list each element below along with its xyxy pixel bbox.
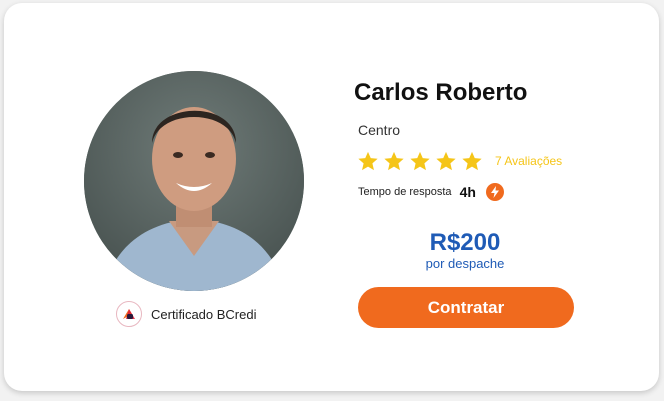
rating: 7 Avaliações [357,150,562,172]
profile-name: Carlos Roberto [354,79,528,106]
price-unit: por despache [425,256,505,271]
price-value: R$200 [429,229,501,256]
star-icon [462,151,482,171]
star-icon [358,151,378,171]
lightning-icon [485,183,504,201]
star-icon [384,151,404,171]
star-icon [410,151,430,171]
reviews-link[interactable]: 7 Avaliações [495,154,562,168]
profile-card: Certificado BCredi Carlos Roberto Centro… [4,3,659,391]
profile-location: Centro [358,122,401,138]
certification-badge: Certificado BCredi [116,300,257,328]
response-time: Tempo de resposta 4h [358,183,504,201]
bcredi-logo-icon [116,301,142,327]
star-icon [436,151,456,171]
response-time-value: 4h [459,184,476,200]
profile-photo [84,71,304,291]
response-time-label: Tempo de resposta [358,186,452,198]
certification-label: Certificado BCredi [151,306,257,322]
hire-button[interactable]: Contratar [358,287,574,328]
